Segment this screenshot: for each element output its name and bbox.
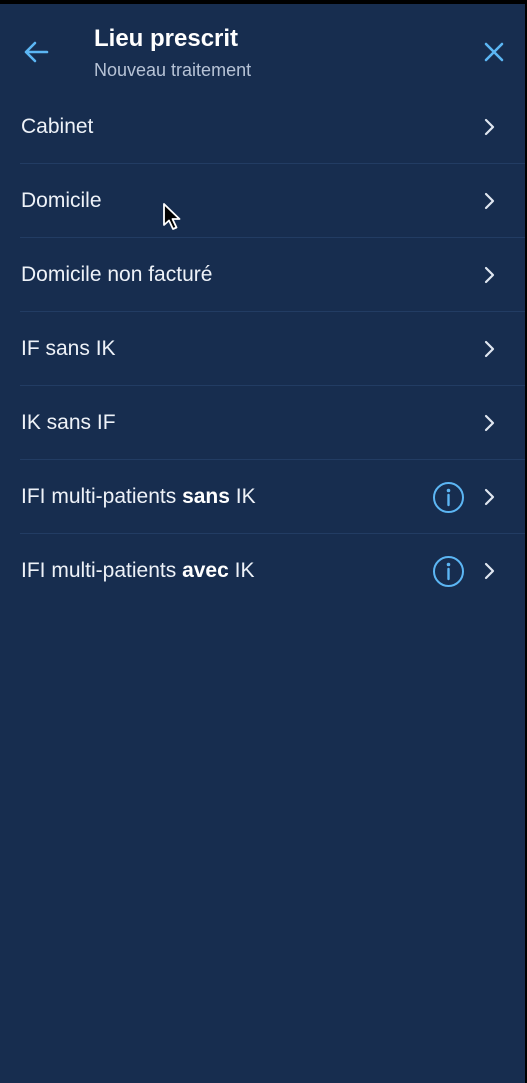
close-button[interactable] [478, 36, 510, 68]
chevron-right-icon [484, 488, 495, 506]
list-item-label: IK sans IF [21, 411, 116, 434]
list-item-label: IF sans IK [21, 337, 116, 360]
list-item-ik-sans-if[interactable]: IK sans IF [0, 386, 525, 460]
arrow-left-icon [24, 41, 49, 63]
list-item-ifi-multi-patients-sans-ik[interactable]: IFI multi-patients sans IK [0, 460, 525, 534]
mouse-cursor [163, 203, 181, 230]
list-item-label: IFI multi-patients sans IK [21, 484, 256, 510]
label-suffix: IK [229, 485, 256, 508]
title-block: Lieu prescrit Nouveau traitement [94, 24, 251, 82]
chevron-right-icon [484, 266, 495, 284]
list-item-domicile-non-facture[interactable]: Domicile non facturé [0, 238, 525, 312]
close-icon [484, 42, 504, 62]
page-title: Lieu prescrit [94, 25, 239, 52]
list-item-label: Domicile [21, 189, 102, 212]
list-item-ifi-multi-patients-avec-ik[interactable]: IFI multi-patients avec IK [0, 534, 525, 608]
list-item-label: IFI multi-patients avec IK [21, 558, 254, 584]
list-item-label: Domicile non facturé [21, 263, 213, 286]
label-prefix: IFI multi-patients [21, 559, 183, 582]
chevron-right-icon [484, 562, 495, 580]
label-emphasis: avec [182, 559, 229, 582]
header: Lieu prescrit Nouveau traitement [0, 4, 525, 90]
list-item-label: Cabinet [21, 115, 94, 138]
info-icon[interactable] [432, 555, 465, 588]
chevron-right-icon [484, 192, 495, 210]
back-button[interactable] [20, 36, 52, 68]
list-item-domicile[interactable]: Domicile [0, 164, 525, 238]
chevron-right-icon [484, 414, 495, 432]
list-item-cabinet[interactable]: Cabinet [0, 90, 525, 164]
label-emphasis: sans [182, 485, 230, 508]
list-item-if-sans-ik[interactable]: IF sans IK [0, 312, 525, 386]
chevron-right-icon [484, 118, 495, 136]
location-list: Cabinet Domicile Domicile non facturé IF… [0, 90, 525, 608]
label-suffix: IK [228, 559, 255, 582]
label-prefix: IFI multi-patients [21, 485, 183, 508]
info-icon[interactable] [432, 481, 465, 514]
chevron-right-icon [484, 340, 495, 358]
page-subtitle: Nouveau traitement [94, 60, 252, 80]
app-screen: Lieu prescrit Nouveau traitement Cabinet… [0, 4, 525, 1083]
